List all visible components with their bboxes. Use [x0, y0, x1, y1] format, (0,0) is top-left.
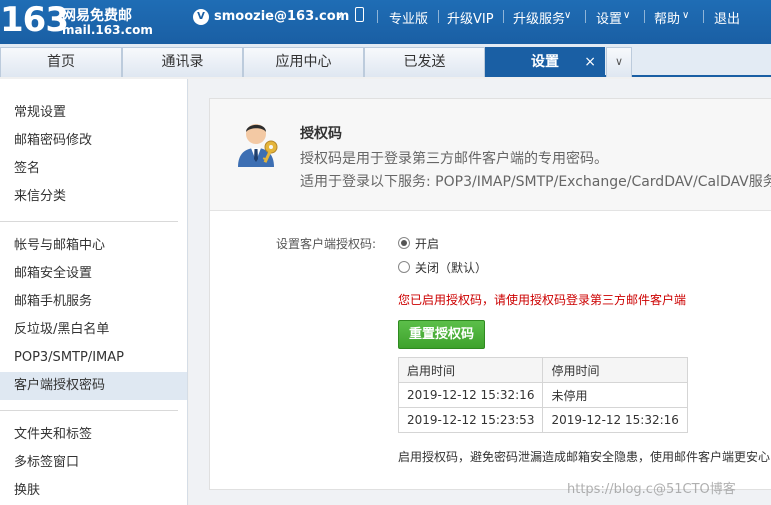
sidebar-item-client-auth-code[interactable]: 客户端授权密码: [0, 372, 187, 400]
sidebar-item-antispam[interactable]: 反垃圾/黑白名单: [0, 316, 187, 344]
help-chevron-down-icon[interactable]: ∨: [682, 10, 689, 21]
logo-domain[interactable]: mail.163.com: [62, 23, 153, 37]
column-header-enabled-time: 启用时间: [397, 357, 544, 383]
sidebar-item-security[interactable]: 邮箱安全设置: [0, 260, 187, 288]
table-cell: 2019-12-12 15:32:16: [397, 382, 544, 408]
disable-radio-label[interactable]: 关闭（默认）: [415, 259, 487, 276]
security-tip: 启用授权码，避免密码泄漏造成邮箱安全隐患，使用邮件客户端更安心: [398, 450, 771, 464]
divider: [585, 10, 586, 23]
tab-app-center[interactable]: 应用中心: [243, 47, 364, 77]
sidebar-divider: [0, 221, 178, 222]
tab-settings-label: 设置: [531, 54, 559, 70]
more-tabs-chevron-down-icon[interactable]: ∨: [606, 47, 632, 77]
auth-enabled-message: 您已启用授权码，请使用授权码登录第三方邮件客户端: [398, 293, 687, 307]
tab-home[interactable]: 首页: [0, 47, 122, 77]
auth-code-field-label: 设置客户端授权码:: [276, 237, 377, 251]
sidebar-item-skin[interactable]: 换肤: [0, 477, 187, 505]
sidebar-divider: [0, 410, 178, 411]
settings-sidebar: 常规设置 邮箱密码修改 签名 来信分类 帐号与邮箱中心 邮箱安全设置 邮箱手机服…: [0, 79, 188, 505]
auth-history-table: 启用时间 停用时间 2019-12-12 15:32:16 未停用 2019-1…: [397, 357, 688, 433]
table-cell: 2019-12-12 15:32:16: [542, 407, 688, 433]
tab-contacts[interactable]: 通讯录: [122, 47, 243, 77]
sidebar-item-password[interactable]: 邮箱密码修改: [0, 127, 187, 155]
services-chevron-down-icon[interactable]: ∨: [564, 10, 571, 21]
help-menu-link[interactable]: 帮助: [654, 8, 680, 27]
account-chevron-down-icon[interactable]: ∨: [336, 10, 343, 21]
logo-number[interactable]: 163: [0, 2, 69, 38]
divider: [438, 10, 439, 23]
disable-radio[interactable]: [398, 261, 410, 273]
sidebar-item-mobile-service[interactable]: 邮箱手机服务: [0, 288, 187, 316]
tab-sent[interactable]: 已发送: [364, 47, 485, 77]
divider: [644, 10, 645, 23]
pro-version-link[interactable]: 专业版: [389, 8, 428, 27]
user-email[interactable]: smoozie@163.com: [214, 9, 349, 24]
table-row: 2019-12-12 15:32:16 未停用: [397, 382, 688, 408]
user-key-icon: [238, 124, 278, 167]
sidebar-item-mail-rules[interactable]: 来信分类: [0, 183, 187, 211]
settings-menu-link[interactable]: 设置: [596, 8, 622, 27]
main-nav: 首页 通讯录 应用中心 已发送 设置 × ∨: [0, 44, 771, 77]
table-cell: 2019-12-12 15:23:53: [397, 407, 544, 433]
panel-header: 授权码 授权码是用于登录第三方邮件客户端的专用密码。 适用于登录以下服务: PO…: [210, 99, 771, 211]
table-header-row: 启用时间 停用时间: [397, 357, 688, 383]
panel-services-note: 适用于登录以下服务: POP3/IMAP/SMTP/Exchange/CardD…: [300, 174, 771, 190]
divider: [503, 10, 504, 23]
enable-radio-label[interactable]: 开启: [415, 235, 439, 252]
user-avatar-icon[interactable]: V: [193, 9, 209, 25]
sidebar-item-folders-labels[interactable]: 文件夹和标签: [0, 421, 187, 449]
watermark: https://blog.c@51CTO博客: [567, 482, 736, 497]
close-icon[interactable]: ×: [584, 48, 596, 76]
column-header-disabled-time: 停用时间: [542, 357, 688, 383]
divider: [703, 10, 704, 23]
sidebar-item-pop3-smtp-imap[interactable]: POP3/SMTP/IMAP: [0, 344, 187, 372]
panel-description: 授权码是用于登录第三方邮件客户端的专用密码。: [300, 151, 608, 167]
reset-auth-code-button[interactable]: 重置授权码: [398, 320, 485, 349]
settings-chevron-down-icon[interactable]: ∨: [623, 10, 630, 21]
enable-radio[interactable]: [398, 237, 410, 249]
upgrade-vip-link[interactable]: 升级VIP: [447, 8, 494, 27]
auth-code-panel: 授权码 授权码是用于登录第三方邮件客户端的专用密码。 适用于登录以下服务: PO…: [209, 98, 771, 490]
sidebar-item-multi-tab[interactable]: 多标签窗口: [0, 449, 187, 477]
table-cell: 未停用: [542, 382, 688, 408]
table-row: 2019-12-12 15:23:53 2019-12-12 15:32:16: [397, 407, 688, 433]
logout-link[interactable]: 退出: [714, 8, 740, 27]
upgrade-services-link[interactable]: 升级服务: [513, 8, 565, 27]
top-header: 163 网易免费邮 mail.163.com V smoozie@163.com…: [0, 0, 771, 44]
mobile-phone-icon[interactable]: [355, 7, 364, 22]
sidebar-item-general[interactable]: 常规设置: [0, 99, 187, 127]
logo-name[interactable]: 网易免费邮: [62, 5, 132, 25]
sidebar-item-account-center[interactable]: 帐号与邮箱中心: [0, 232, 187, 260]
sidebar-item-signature[interactable]: 签名: [0, 155, 187, 183]
tab-settings[interactable]: 设置 ×: [485, 47, 605, 77]
divider: [377, 10, 378, 23]
panel-title: 授权码: [300, 126, 342, 142]
